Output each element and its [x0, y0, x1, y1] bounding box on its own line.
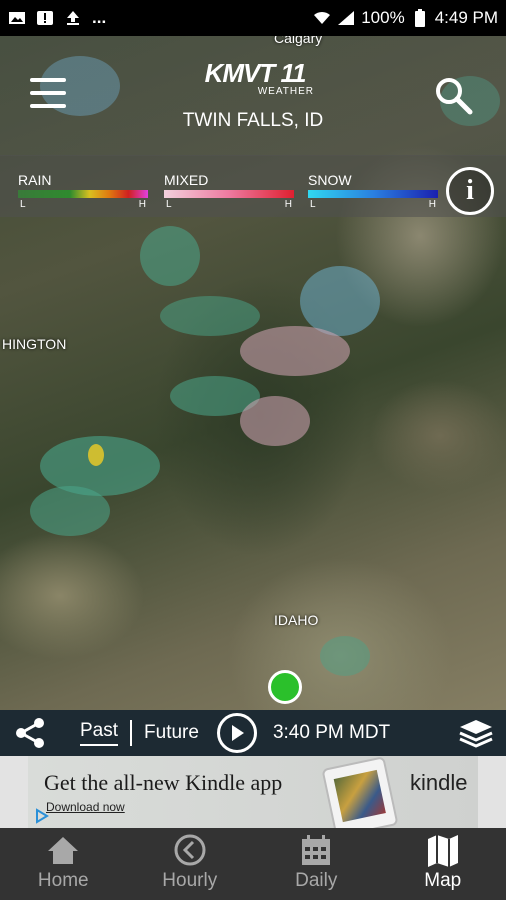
legend-rain-high: H [138, 199, 146, 210]
nav-item-daily[interactable]: Daily [253, 828, 380, 900]
radar-cell [300, 266, 380, 336]
image-icon [8, 10, 26, 26]
ad-phone-image [321, 756, 399, 828]
home-icon [45, 832, 81, 868]
map-label-washington: HINGTON [2, 336, 67, 352]
nav-label-map: Map [424, 870, 462, 891]
brand-logo: KMVT 11 WEATHER [190, 58, 320, 97]
legend-rain-gradient [18, 190, 148, 198]
nav-label-hourly: Hourly [162, 870, 218, 891]
radar-cell [240, 396, 310, 446]
status-bar: ... 100% 4:49 PM [0, 0, 506, 36]
playback-controls: Past Future 3:40 PM MDT [0, 710, 506, 756]
legend-mixed: MIXED L H [164, 172, 294, 210]
nav-item-home[interactable]: Home [0, 828, 127, 900]
alert-icon [36, 10, 54, 26]
radar-map[interactable]: Calgary HINGTON IDAHO [0, 36, 506, 710]
battery-icon [411, 9, 429, 27]
tab-future[interactable]: Future [144, 722, 199, 744]
legend-rain-low: L [20, 199, 26, 210]
play-icon [231, 725, 244, 741]
legend-rain-label: RAIN [18, 172, 52, 188]
legend-snow-high: H [428, 199, 436, 210]
nav-item-hourly[interactable]: Hourly [127, 828, 254, 900]
nav-label-daily: Daily [295, 870, 338, 891]
battery-percent: 100% [361, 8, 405, 27]
legend-mixed-low: L [166, 199, 172, 210]
current-location-marker[interactable] [268, 670, 302, 704]
radar-cell [140, 226, 200, 286]
ad-brand: kindle [410, 770, 468, 795]
brand-name: KMVT 11 [204, 58, 307, 88]
status-time: 4:49 PM [434, 8, 498, 27]
menu-icon[interactable] [30, 78, 66, 108]
legend-mixed-label: MIXED [164, 172, 209, 188]
ad-cta-link[interactable]: Download now [46, 800, 125, 814]
adchoices-icon[interactable] [34, 808, 50, 824]
radar-cell [88, 444, 104, 466]
tab-past[interactable]: Past [80, 720, 119, 746]
legend-snow-low: L [310, 199, 316, 210]
timestamp-label: 3:40 PM MDT [272, 722, 391, 743]
info-icon[interactable]: i [446, 167, 494, 215]
radar-cell [320, 636, 370, 676]
wifi-icon [313, 10, 331, 26]
legend-snow: SNOW L H [308, 172, 438, 210]
search-icon[interactable] [434, 76, 474, 116]
radar-cell [240, 326, 350, 376]
legend-snow-label: SNOW [308, 172, 352, 188]
calendar-icon [298, 832, 334, 868]
legend-snow-gradient [308, 190, 438, 198]
legend-rain: RAIN L H [18, 172, 148, 210]
play-button[interactable] [216, 713, 257, 753]
share-icon[interactable] [0, 710, 60, 756]
clock-back-icon [172, 832, 208, 868]
map-label-calgary: Calgary [274, 36, 323, 46]
bottom-nav: Home Hourly Daily Map [0, 828, 506, 900]
radar-cell [160, 296, 260, 336]
upload-icon [64, 10, 82, 26]
tab-divider [130, 720, 133, 746]
legend-mixed-high: H [284, 199, 292, 210]
ad-banner[interactable]: Get the all-new Kindle app Download now … [28, 756, 478, 828]
signal-icon [337, 10, 355, 26]
legend-mixed-gradient [164, 190, 294, 198]
location-title: TWIN FALLS, ID [182, 110, 324, 131]
ad-headline: Get the all-new Kindle app [44, 770, 283, 795]
nav-label-home: Home [37, 870, 89, 891]
layers-icon[interactable] [446, 710, 506, 756]
more-dots-icon: ... [92, 8, 107, 27]
radar-cell [30, 486, 110, 536]
nav-item-map[interactable]: Map [380, 828, 506, 900]
map-label-idaho: IDAHO [274, 612, 319, 628]
map-icon [425, 832, 461, 868]
